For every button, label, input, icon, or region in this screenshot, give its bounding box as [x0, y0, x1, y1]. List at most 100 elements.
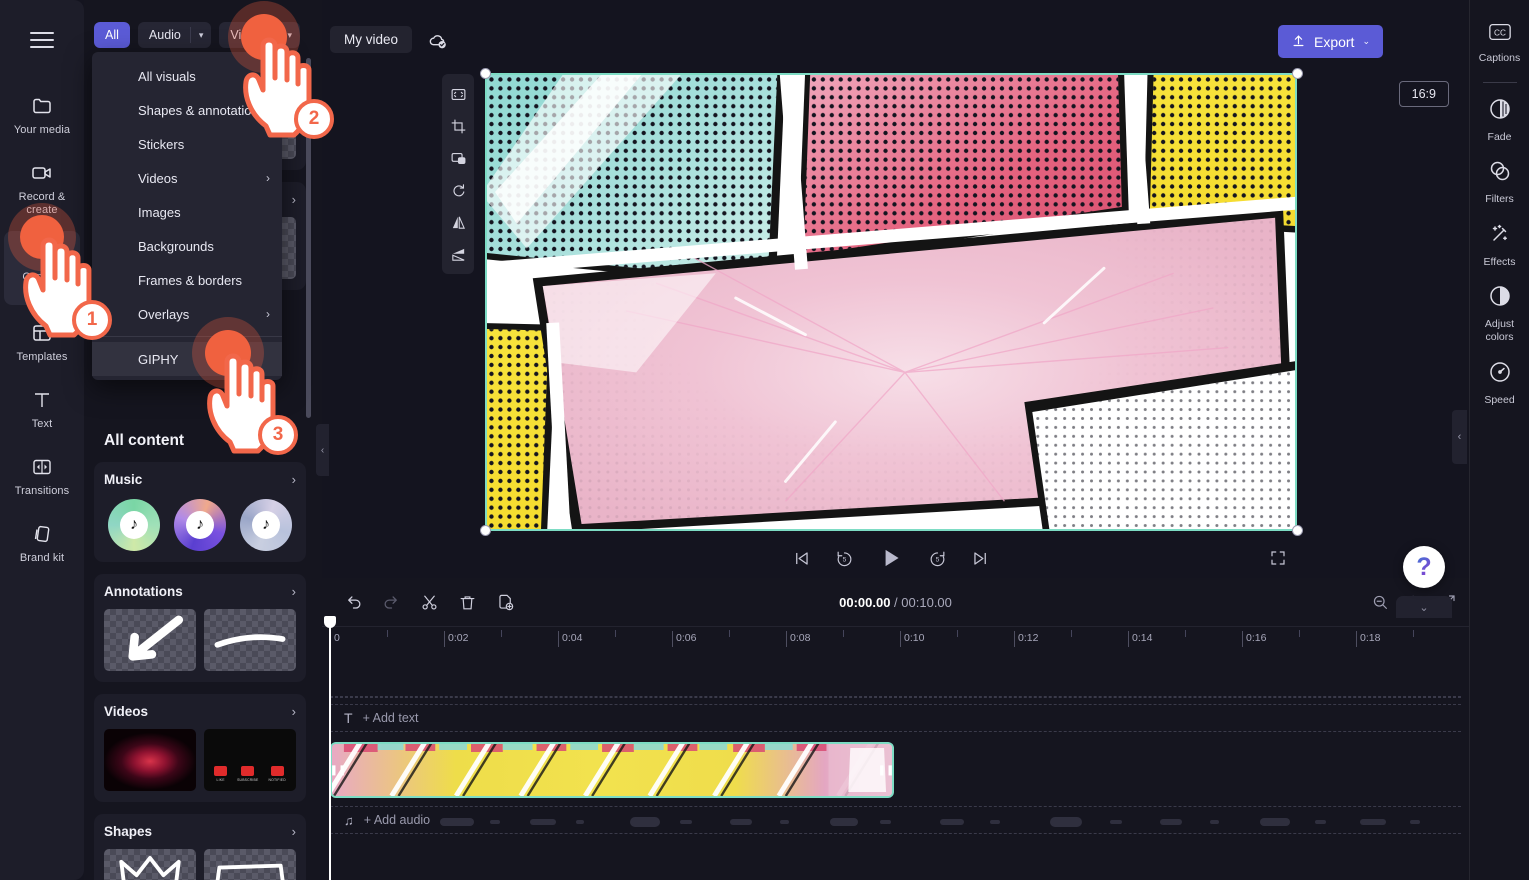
- sidebar-item-templates[interactable]: Templates: [4, 311, 80, 372]
- video-title-input[interactable]: My video: [330, 26, 413, 53]
- sidebar-item-transitions[interactable]: Transitions: [4, 445, 80, 506]
- brand-kit-icon: [29, 521, 55, 547]
- section-title: Music: [104, 472, 143, 487]
- sidebar-item-your-media[interactable]: Your media: [4, 84, 80, 145]
- dropdown-item-images[interactable]: Images: [92, 195, 282, 229]
- split-button[interactable]: [414, 587, 444, 617]
- timeline-video-clip[interactable]: ❚❚ ❚❚: [330, 742, 894, 798]
- chevron-right-icon[interactable]: ›: [292, 584, 296, 599]
- right-rail-item-effects[interactable]: Effects: [1472, 214, 1528, 277]
- dropdown-item-shapes-annotations[interactable]: Shapes & annotations: [92, 93, 282, 127]
- flip-horizontal-icon[interactable]: [444, 208, 472, 236]
- sidebar-item-record-create[interactable]: Record & create: [4, 151, 80, 225]
- annotation-arrow-thumbnail[interactable]: [104, 609, 196, 671]
- content-library-icon: [29, 240, 55, 266]
- redo-button[interactable]: [376, 587, 406, 617]
- right-rail-item-captions[interactable]: CC Captions: [1472, 14, 1528, 73]
- right-rail-item-adjust-colors[interactable]: Adjust colors: [1472, 276, 1528, 351]
- selection-handle-top-left[interactable]: [480, 68, 491, 79]
- selection-handle-top-right[interactable]: [1292, 68, 1303, 79]
- dropdown-item-frames-borders[interactable]: Frames & borders: [92, 263, 282, 297]
- rotate-icon[interactable]: [444, 176, 472, 204]
- help-button[interactable]: ?: [1403, 546, 1445, 588]
- right-rail-item-speed[interactable]: Speed: [1472, 352, 1528, 415]
- back-5-seconds-button[interactable]: 5: [835, 549, 854, 568]
- video-track[interactable]: ❚❚ ❚❚: [322, 734, 1469, 806]
- shape-thumbnail[interactable]: [104, 849, 196, 880]
- clip-trim-handle-right[interactable]: ❚❚: [878, 744, 892, 796]
- selection-handle-bottom-left[interactable]: [480, 525, 491, 536]
- overlay-track[interactable]: [322, 652, 1469, 704]
- right-rail-item-fade[interactable]: Fade: [1472, 89, 1528, 152]
- dropdown-item-backgrounds[interactable]: Backgrounds: [92, 229, 282, 263]
- music-thumbnail[interactable]: ♪: [108, 499, 160, 551]
- expand-timeline-chevron[interactable]: ⌄: [1396, 596, 1452, 618]
- chevron-down-icon[interactable]: ▾: [191, 30, 212, 41]
- video-thumbnail[interactable]: LIKE SUBSCRIBE NOTIFIED: [204, 729, 296, 791]
- music-thumbnail[interactable]: ♪: [174, 499, 226, 551]
- collapse-right-rail-button[interactable]: ‹: [1452, 410, 1467, 464]
- total-time: 00:10.00: [901, 594, 952, 610]
- duplicate-button[interactable]: [490, 587, 520, 617]
- skip-to-start-button[interactable]: [792, 549, 811, 568]
- picture-in-picture-icon[interactable]: [444, 144, 472, 172]
- filter-chip-visuals[interactable]: Visuals ▾: [219, 22, 301, 48]
- right-rail-item-label: Filters: [1485, 193, 1514, 206]
- chevron-right-icon[interactable]: ›: [292, 72, 296, 87]
- filter-chip-all[interactable]: All: [94, 22, 130, 48]
- export-button[interactable]: Export ⌄: [1277, 25, 1383, 58]
- chevron-right-icon[interactable]: ›: [292, 824, 296, 839]
- templates-icon: [29, 320, 55, 346]
- right-rail-item-label: Adjust colors: [1484, 318, 1515, 343]
- top-toolbar: My video Export ⌄: [322, 0, 1529, 68]
- add-audio-row[interactable]: ♫ + Add audio: [330, 806, 1461, 834]
- timeline-playhead[interactable]: [324, 616, 336, 880]
- fit-to-screen-icon[interactable]: [444, 80, 472, 108]
- timeline-ruler[interactable]: 0 0:02 0:04 0:06 0:08 0:10 0:12 0:14 0:1: [322, 626, 1469, 652]
- sidebar-item-text[interactable]: Text: [4, 378, 80, 439]
- video-preview-canvas[interactable]: [485, 73, 1297, 531]
- add-text-row[interactable]: T + Add text: [330, 704, 1461, 732]
- zoom-out-icon[interactable]: [1371, 593, 1389, 611]
- shape-thumbnail[interactable]: [204, 849, 296, 880]
- dropdown-item-videos[interactable]: Videos ›: [92, 161, 282, 195]
- music-note-icon: ♪: [120, 511, 148, 539]
- fullscreen-button[interactable]: [1269, 549, 1287, 572]
- chevron-down-icon[interactable]: ▾: [280, 30, 301, 41]
- delete-button[interactable]: [452, 587, 482, 617]
- clip-trim-handle-left[interactable]: ❚❚: [332, 744, 346, 796]
- video-thumbnail[interactable]: [104, 729, 196, 791]
- dropdown-item-stickers[interactable]: Stickers: [92, 127, 282, 161]
- dropdown-item-overlays[interactable]: Overlays ›: [92, 297, 282, 331]
- chevron-right-icon[interactable]: ›: [292, 704, 296, 719]
- dropdown-item-giphy[interactable]: GIPHY: [92, 342, 282, 376]
- right-rail-item-filters[interactable]: Filters: [1472, 151, 1528, 214]
- crop-icon[interactable]: [444, 112, 472, 140]
- aspect-ratio-badge[interactable]: 16:9: [1398, 81, 1449, 107]
- ruler-label: 0:12: [1018, 632, 1039, 644]
- dropdown-item-label: Images: [138, 204, 181, 220]
- cloud-saved-icon[interactable]: [427, 30, 449, 57]
- undo-button[interactable]: [338, 587, 368, 617]
- sidebar-item-content-library[interactable]: Content library: [4, 230, 80, 305]
- chevron-right-icon[interactable]: ›: [292, 472, 296, 487]
- selection-handle-bottom-right[interactable]: [1292, 525, 1303, 536]
- chevron-right-icon[interactable]: ›: [292, 192, 296, 207]
- add-text-track[interactable]: T + Add text: [322, 704, 1469, 734]
- dropdown-item-all-visuals[interactable]: All visuals: [92, 59, 282, 93]
- flip-vertical-icon[interactable]: [444, 240, 472, 268]
- annotation-line-thumbnail[interactable]: [204, 609, 296, 671]
- forward-5-seconds-button[interactable]: 5: [928, 549, 947, 568]
- filter-chip-audio[interactable]: Audio ▾: [137, 22, 212, 48]
- play-button[interactable]: [878, 545, 904, 571]
- collapse-panel-button[interactable]: ‹: [316, 424, 329, 476]
- add-audio-track[interactable]: ♫ + Add audio: [322, 806, 1469, 834]
- hamburger-menu-icon[interactable]: [20, 18, 64, 62]
- music-thumbnail[interactable]: ♪: [240, 499, 292, 551]
- ruler-label: 0:14: [1132, 632, 1153, 644]
- youtube-play-icon: SUBSCRIBE: [237, 766, 258, 782]
- skip-to-end-button[interactable]: [971, 549, 990, 568]
- sidebar-item-brand-kit[interactable]: Brand kit: [4, 512, 80, 573]
- section-title: Shapes: [104, 824, 153, 839]
- chevron-right-icon: ›: [266, 171, 270, 185]
